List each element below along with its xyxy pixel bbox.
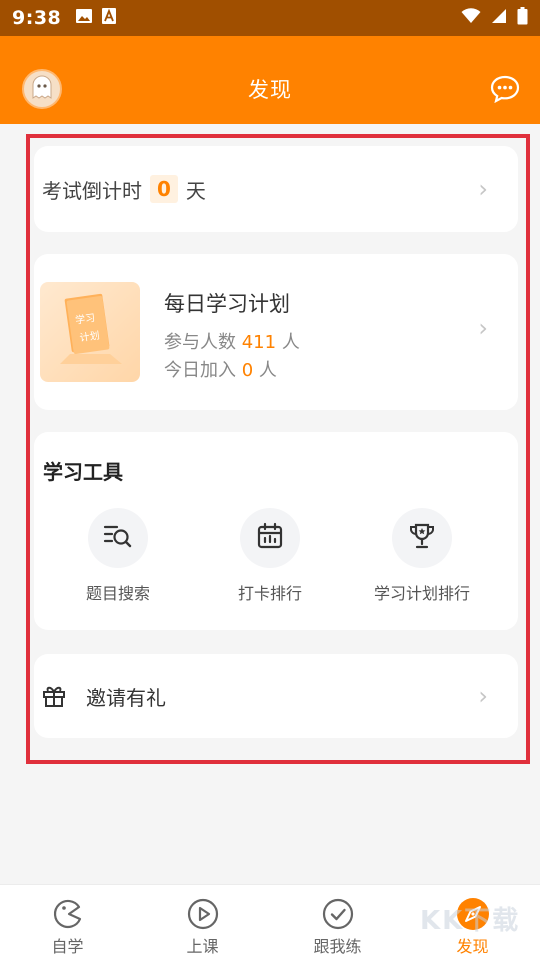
check-circle-icon [322,897,354,931]
exam-countdown-card[interactable]: 考试倒计时 0 天 › [34,146,518,232]
wifi-icon [461,8,481,28]
countdown-label: 考试倒计时 [42,178,142,203]
participants-label: 参与人数 [164,332,236,353]
tab-label: 上课 [186,937,219,956]
study-plan-book-image: 学习 计划 [40,282,140,382]
tab-practice[interactable]: 跟我练 [270,885,405,960]
tool-checkin-ranking[interactable]: 打卡排行 [190,508,350,604]
status-system-icons [461,7,528,29]
page-title: 发现 [248,78,292,102]
invite-label: 邀请有礼 [86,685,166,710]
user-avatar[interactable] [22,69,62,109]
app-header: 发现 [0,36,540,124]
chevron-right-icon: › [478,682,488,710]
daily-plan-card[interactable]: 学习 计划 每日学习计划 参与人数 411 人 今日加入 0 人 › [34,254,518,410]
joined-count: 0 [241,360,254,381]
participants-unit: 人 [281,332,300,353]
joined-line: 今日加入 0 人 [164,356,277,382]
ghost-avatar-icon [29,74,55,104]
status-bar: 9:38 [0,0,540,36]
tool-plan-ranking[interactable]: 学习计划排行 [342,508,502,604]
joined-label: 今日加入 [164,360,236,381]
tab-self-study[interactable]: 自学 [0,885,135,960]
play-icon [187,897,219,931]
watermark: KK下载 [420,906,521,936]
trophy-icon [408,522,436,554]
pacman-icon [52,897,84,931]
chevron-right-icon: › [478,314,488,342]
discover-content: 考试倒计时 0 天 › 学习 计划 每日学习计划 参与人数 411 人 今日加入… [0,124,540,884]
calendar-icon [256,522,284,554]
tab-label: 自学 [51,937,84,956]
study-tools-card: 学习工具 题目搜索 打卡排行 学习计划排行 [34,432,518,630]
search-list-icon [103,522,133,554]
tool-icon-circle [88,508,148,568]
tool-label: 打卡排行 [237,584,302,603]
tab-label: 跟我练 [313,937,362,956]
tab-class[interactable]: 上课 [135,885,270,960]
plan-title: 每日学习计划 [164,292,290,316]
status-time: 9:38 [12,7,62,29]
tool-label: 题目搜索 [85,584,150,603]
gift-icon [42,684,66,712]
image-notification-icon [75,8,93,28]
tool-icon-circle [392,508,452,568]
invite-card[interactable]: 邀请有礼 › [34,654,518,738]
participants-count: 411 [241,332,277,353]
chat-bubble-icon[interactable] [490,75,520,107]
participants-line: 参与人数 411 人 [164,328,300,354]
countdown-days: 0 [150,175,178,203]
text-notification-icon [101,7,117,29]
tool-icon-circle [240,508,300,568]
battery-icon [517,7,528,29]
status-notification-icons [75,7,117,29]
tools-title: 学习工具 [43,460,123,484]
signal-icon [491,8,507,28]
countdown-unit: 天 [185,178,206,203]
tool-question-search[interactable]: 题目搜索 [38,508,198,604]
chevron-right-icon: › [478,175,488,203]
tool-label: 学习计划排行 [373,584,470,603]
joined-unit: 人 [258,360,277,381]
